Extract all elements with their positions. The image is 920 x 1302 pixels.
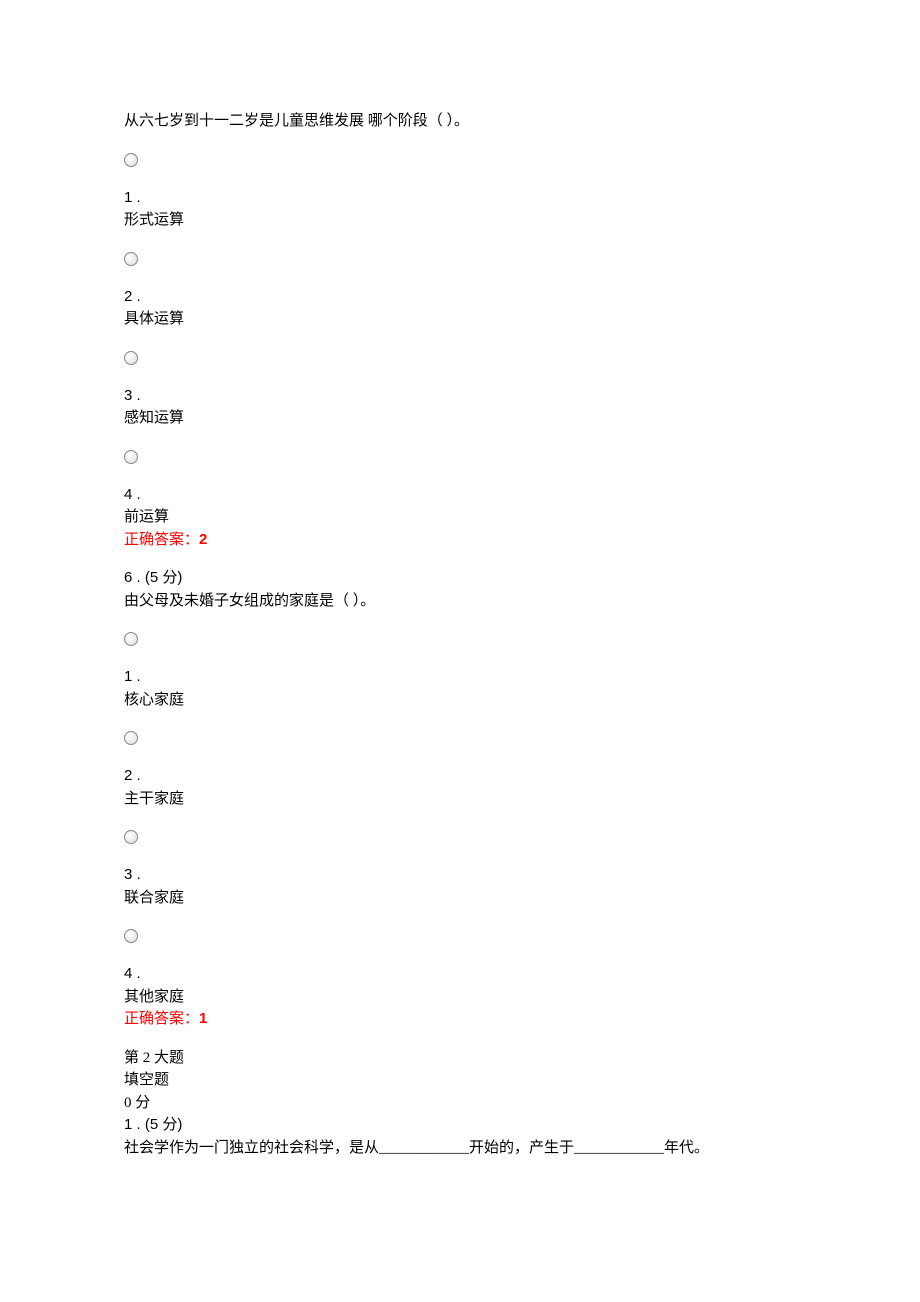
q5-answer-value: 2 [199, 531, 207, 548]
radio-icon[interactable] [124, 731, 138, 745]
section2-score: 0 分 [124, 1092, 800, 1115]
q6-opt1-text: 核心家庭 [124, 689, 800, 712]
q5-opt1-text: 形式运算 [124, 209, 800, 232]
radio-icon[interactable] [124, 929, 138, 943]
section2-q1-stem: 社会学作为一门独立的社会科学，是从____________开始的，产生于____… [124, 1137, 800, 1160]
q5-opt2-text: 具体运算 [124, 308, 800, 331]
q6-opt4-text: 其他家庭 [124, 986, 800, 1009]
q5-opt3-text: 感知运算 [124, 407, 800, 430]
q6-opt3-radio-row [124, 826, 800, 848]
q6-answer: 正确答案：1 [124, 1008, 800, 1031]
radio-icon[interactable] [124, 830, 138, 844]
q6-opt1-number: 1 . [124, 666, 800, 689]
q5-answer: 正确答案：2 [124, 529, 800, 552]
radio-icon[interactable] [124, 351, 138, 365]
q5-opt3-radio-row [124, 347, 800, 369]
radio-icon[interactable] [124, 153, 138, 167]
q6-stem: 由父母及未婚子女组成的家庭是（ ）。 [124, 590, 800, 613]
radio-icon[interactable] [124, 632, 138, 646]
q5-opt2-radio-row [124, 248, 800, 270]
q5-opt1-number: 1 . [124, 187, 800, 210]
q6-opt4-number: 4 . [124, 963, 800, 986]
section2-title: 第 2 大题 [124, 1047, 800, 1070]
q5-opt3-number: 3 . [124, 385, 800, 408]
q6-opt3-text: 联合家庭 [124, 887, 800, 910]
q6-opt1-radio-row [124, 628, 800, 650]
q5-answer-label: 正确答案： [124, 532, 199, 548]
q5-opt2-number: 2 . [124, 286, 800, 309]
page: 从六七岁到十一二岁是儿童思维发展 哪个阶段（ ）。 1 . 形式运算 2 . 具… [0, 0, 920, 1302]
q6-opt2-text: 主干家庭 [124, 788, 800, 811]
q6-opt2-radio-row [124, 727, 800, 749]
q6-header: 6 . (5 分) [124, 567, 800, 590]
q6-answer-value: 1 [199, 1010, 207, 1027]
q5-opt4-text: 前运算 [124, 506, 800, 529]
q5-opt4-radio-row [124, 446, 800, 468]
section2-type: 填空题 [124, 1069, 800, 1092]
q5-opt1-radio-row [124, 149, 800, 171]
radio-icon[interactable] [124, 450, 138, 464]
q5-opt4-number: 4 . [124, 484, 800, 507]
section2-q1-header: 1 . (5 分) [124, 1114, 800, 1137]
q6-opt4-radio-row [124, 925, 800, 947]
q6-opt3-number: 3 . [124, 864, 800, 887]
q5-stem: 从六七岁到十一二岁是儿童思维发展 哪个阶段（ ）。 [124, 110, 800, 133]
radio-icon[interactable] [124, 252, 138, 266]
q6-opt2-number: 2 . [124, 765, 800, 788]
q6-answer-label: 正确答案： [124, 1011, 199, 1027]
